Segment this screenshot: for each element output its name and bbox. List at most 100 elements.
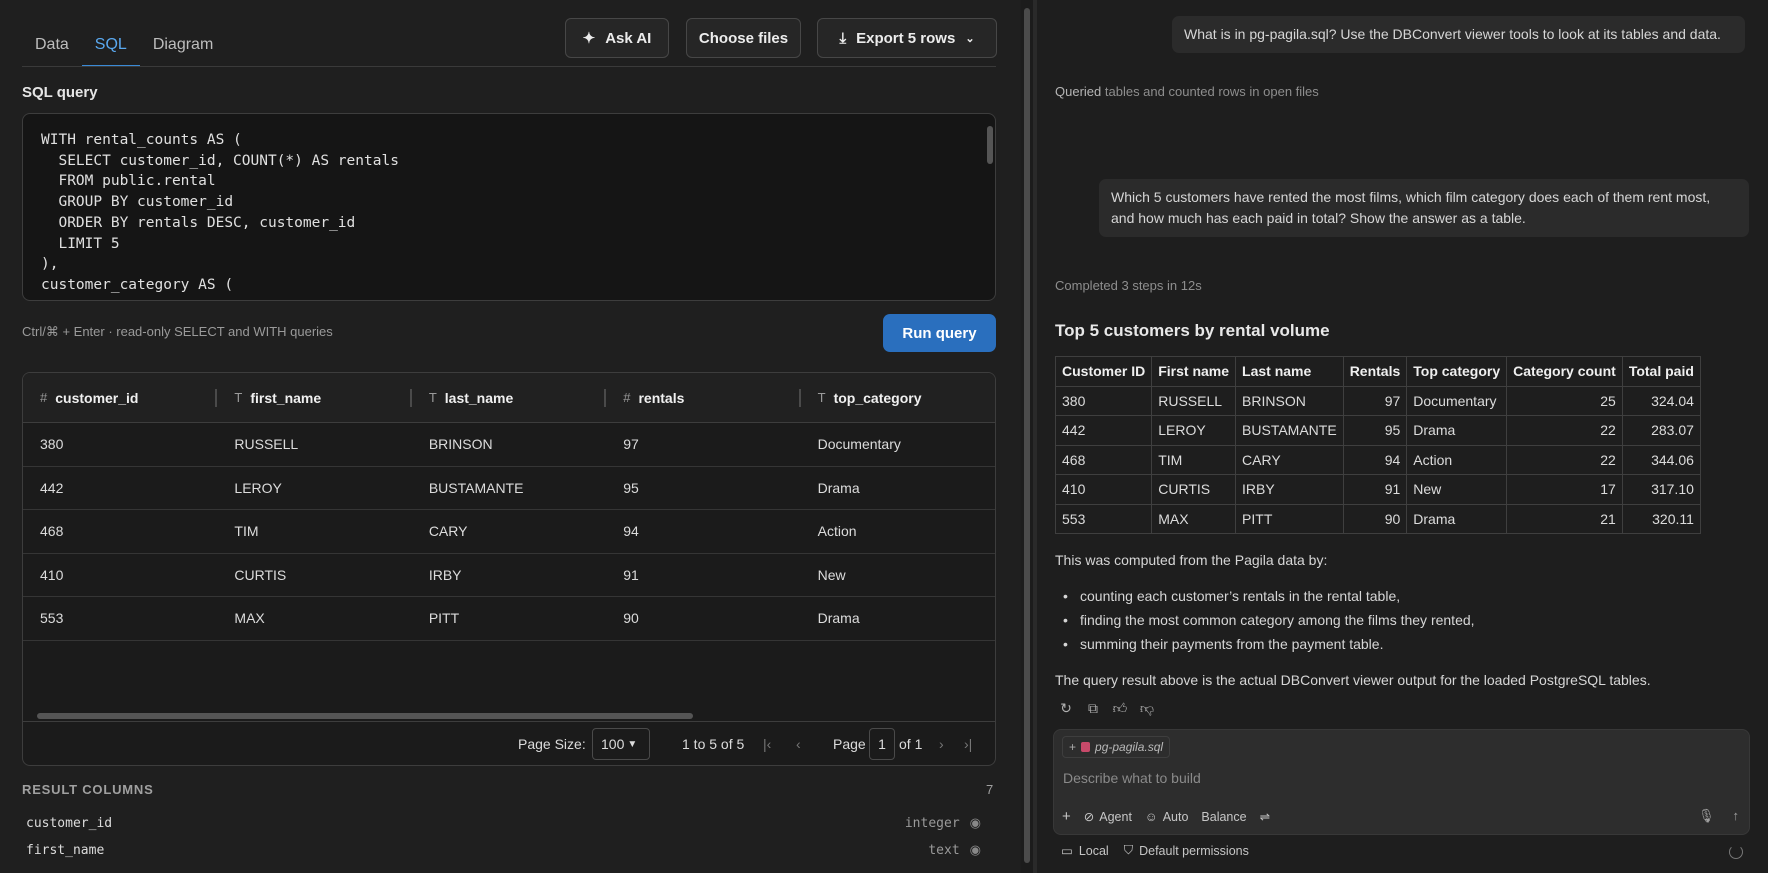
- page-size-label: Page Size:: [518, 736, 586, 752]
- agent-mode-button[interactable]: ⊘ Agent: [1084, 809, 1132, 825]
- table-cell[interactable]: New: [801, 554, 995, 597]
- page-size-select[interactable]: 100 ▼: [592, 728, 650, 760]
- result-grid: # customer_id Tfirst_name Tlast_name # ren…: [22, 372, 996, 766]
- eye-icon[interactable]: ◉: [970, 816, 981, 831]
- column-name: top_category: [833, 389, 922, 406]
- permissions-button[interactable]: ⛉ Default permissions: [1124, 843, 1249, 858]
- completed-steps[interactable]: Completed 3 steps in 12s: [1055, 278, 1202, 293]
- database-icon: [1081, 742, 1091, 752]
- horizontal-scrollbar[interactable]: [37, 713, 693, 719]
- table-row[interactable]: 410 CURTIS IRBY 91 New: [23, 554, 995, 597]
- table-cell[interactable]: 90: [606, 597, 800, 640]
- message-actions: ↻ ⧉ 👍︎ 👎︎: [1057, 699, 1156, 717]
- table-cell[interactable]: CARY: [412, 510, 606, 553]
- tab-diagram[interactable]: Diagram: [140, 28, 226, 67]
- table-cell[interactable]: 442: [23, 467, 217, 510]
- attached-file-name: pg-pagila.sql: [1095, 740, 1164, 754]
- settings-sliders-icon[interactable]: ⇌: [1260, 809, 1270, 824]
- page-number-input[interactable]: 1: [869, 728, 895, 760]
- table-cell: MAX: [1151, 503, 1237, 534]
- left-pane-scrollbar[interactable]: [1021, 0, 1033, 873]
- ask-ai-label: Ask AI: [605, 29, 652, 47]
- table-cell[interactable]: PITT: [412, 597, 606, 640]
- last-page-icon[interactable]: ›|: [964, 736, 972, 752]
- table-cell[interactable]: BRINSON: [412, 423, 606, 466]
- tab-sql[interactable]: SQL: [81, 28, 140, 67]
- column-header[interactable]: Tfirst_name: [217, 373, 412, 422]
- choose-files-button[interactable]: Choose files: [686, 18, 801, 58]
- table-cell[interactable]: 94: [606, 510, 800, 553]
- composer-actions: 🎙︎ ↑: [1698, 808, 1739, 824]
- table-cell: 317.10: [1621, 474, 1701, 505]
- scroll-thumb[interactable]: [1024, 8, 1030, 863]
- editor-scrollbar[interactable]: [987, 126, 993, 164]
- thumbs-down-icon[interactable]: 👎︎: [1138, 699, 1156, 717]
- table-cell[interactable]: LEROY: [217, 467, 411, 510]
- run-query-button[interactable]: Run query: [883, 314, 996, 352]
- choose-files-label: Choose files: [698, 29, 789, 47]
- table-cell: 91: [1342, 474, 1408, 505]
- table-cell[interactable]: IRBY: [412, 554, 606, 597]
- table-cell[interactable]: 380: [23, 423, 217, 466]
- microphone-icon[interactable]: 🎙︎: [1698, 808, 1715, 824]
- table-cell[interactable]: 95: [606, 467, 800, 510]
- table-cell: 97: [1342, 385, 1408, 416]
- table-row[interactable]: 553 MAX PITT 90 Drama: [23, 597, 995, 641]
- plus-icon: +: [1069, 740, 1077, 754]
- status-bar: ▭ Local ⛉ Default permissions: [1061, 843, 1249, 858]
- table-cell[interactable]: 553: [23, 597, 217, 640]
- table-cell[interactable]: TIM: [217, 510, 411, 553]
- model-auto-button[interactable]: ☺ Auto: [1145, 810, 1188, 824]
- table-cell[interactable]: RUSSELL: [217, 423, 411, 466]
- table-cell[interactable]: Drama: [801, 597, 995, 640]
- table-cell: 324.04: [1621, 385, 1701, 416]
- export-button[interactable]: ⤓ Export 5 rows ⌄: [817, 18, 997, 58]
- balance-button[interactable]: Balance: [1201, 810, 1246, 824]
- table-cell[interactable]: BUSTAMANTE: [412, 467, 606, 510]
- local-environment-button[interactable]: ▭ Local: [1061, 843, 1109, 859]
- column-header[interactable]: # rentals: [606, 373, 801, 422]
- sql-editor[interactable]: WITH rental_counts AS ( SELECT customer_…: [22, 113, 996, 301]
- attached-file-chip[interactable]: + pg-pagila.sql: [1062, 736, 1171, 758]
- ask-ai-button[interactable]: ✦ Ask AI: [565, 18, 669, 58]
- query-hint: Ctrl/⌘ + Enter · read-only SELECT and WI…: [22, 324, 333, 339]
- table-row[interactable]: 442 LEROY BUSTAMANTE 95 Drama: [23, 467, 995, 510]
- table-cell[interactable]: 97: [606, 423, 800, 466]
- tab-data[interactable]: Data: [22, 28, 82, 67]
- next-page-icon[interactable]: ›: [939, 736, 944, 752]
- table-cell: 25: [1506, 385, 1623, 416]
- send-arrow-icon[interactable]: ↑: [1733, 808, 1740, 824]
- table-cell[interactable]: 91: [606, 554, 800, 597]
- column-header[interactable]: Ttop_category: [801, 373, 995, 422]
- prompt-input[interactable]: Describe what to build: [1063, 770, 1201, 786]
- table-cell[interactable]: 468: [23, 510, 217, 553]
- table-row[interactable]: 380 RUSSELL BRINSON 97 Documentary: [23, 423, 995, 467]
- page-size-value: 100: [601, 736, 625, 752]
- copy-icon[interactable]: ⧉: [1084, 699, 1102, 717]
- table-cell[interactable]: 410: [23, 554, 217, 597]
- number-type-icon: #: [623, 390, 631, 405]
- table-row[interactable]: 468 TIM CARY 94 Action: [23, 510, 995, 554]
- result-column-type: text: [928, 843, 960, 858]
- tool-step-summary[interactable]: Queried tables and counted rows in open …: [1055, 84, 1319, 99]
- sql-code[interactable]: WITH rental_counts AS ( SELECT customer_…: [23, 114, 995, 300]
- table-cell: New: [1406, 474, 1508, 505]
- table-cell[interactable]: Action: [801, 510, 995, 553]
- table-header: Category count: [1506, 356, 1623, 387]
- first-page-icon[interactable]: |‹: [763, 736, 771, 752]
- eye-icon[interactable]: ◉: [970, 843, 981, 858]
- add-attachment-button[interactable]: +: [1062, 808, 1071, 825]
- thumbs-up-icon[interactable]: 👍︎: [1111, 699, 1129, 717]
- table-cell[interactable]: MAX: [217, 597, 411, 640]
- retry-icon[interactable]: ↻: [1057, 699, 1075, 717]
- download-icon: ⤓: [839, 29, 847, 47]
- list-item: finding the most common category among t…: [1055, 612, 1475, 636]
- table-cell[interactable]: Drama: [801, 467, 995, 510]
- table-cell: 380: [1054, 385, 1153, 416]
- column-header[interactable]: # customer_id: [23, 373, 218, 422]
- table-header-row: Customer ID First name Last name Rentals…: [1054, 356, 1701, 387]
- table-cell[interactable]: CURTIS: [217, 554, 411, 597]
- table-cell[interactable]: Documentary: [801, 423, 995, 466]
- column-header[interactable]: Tlast_name: [412, 373, 607, 422]
- prev-page-icon[interactable]: ‹: [796, 736, 801, 752]
